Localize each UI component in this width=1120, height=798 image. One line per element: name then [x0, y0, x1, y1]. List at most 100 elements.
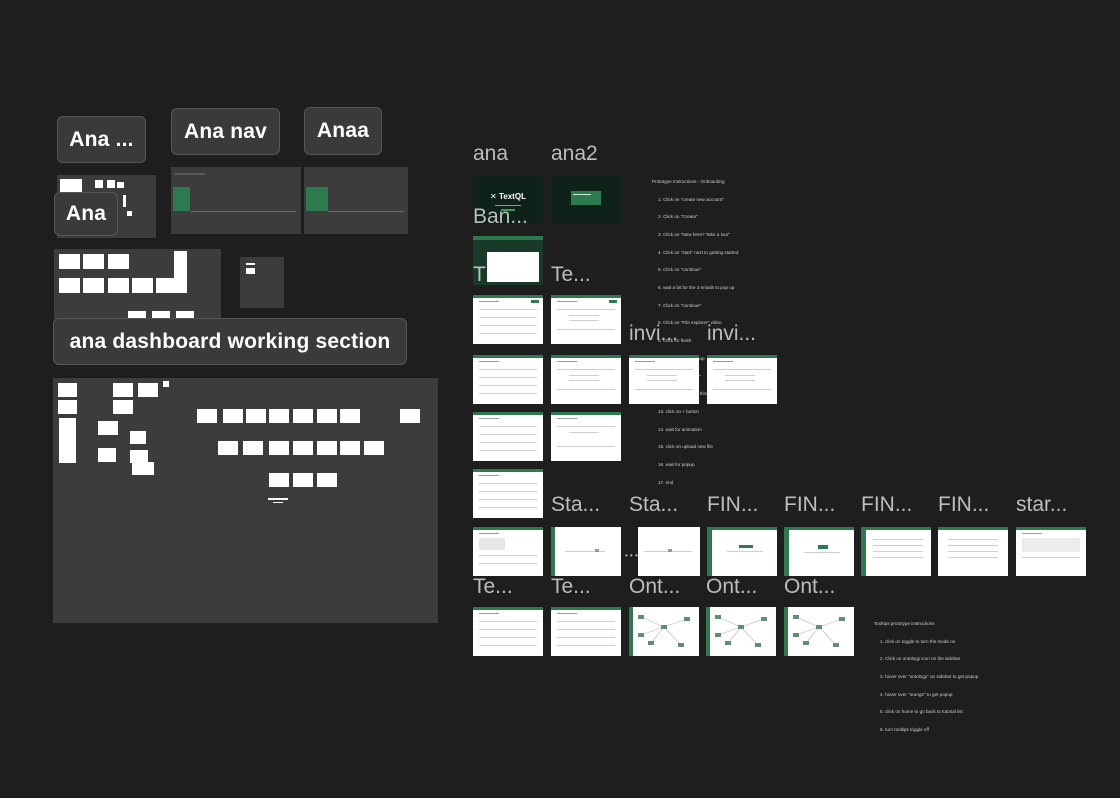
notes-step: 16. wait for popup	[658, 462, 695, 468]
mini-frame	[273, 502, 283, 503]
notes-step: 13. click on + button	[658, 408, 699, 414]
section-pill-anaa[interactable]: Anaa	[304, 107, 382, 155]
section-pill-dashboard[interactable]: ana dashboard working section	[53, 318, 407, 365]
mini-frame	[175, 173, 205, 175]
frame-star[interactable]	[1016, 527, 1086, 576]
frame-fin4[interactable]	[938, 527, 1008, 576]
nav-highlight	[306, 187, 328, 211]
mini-frame	[108, 278, 129, 293]
banner-card	[487, 252, 539, 282]
mini-frame	[59, 254, 80, 269]
mini-frame	[83, 278, 104, 293]
frame-te1[interactable]	[551, 295, 621, 344]
mini-frame	[58, 400, 77, 414]
frame-label-sta2: Sta...	[629, 493, 679, 516]
notes-step: 1. Click on "create new account"	[658, 196, 724, 202]
mini-frame	[132, 278, 153, 293]
mini-frame	[269, 409, 289, 423]
frame-label-te3: Te...	[551, 575, 591, 598]
mini-frame	[246, 268, 255, 274]
frame-label-t: T	[473, 263, 486, 286]
notes-step: 4. hover over "orange" to get popup	[880, 691, 953, 697]
section-pill-ana[interactable]: Ana	[54, 192, 118, 236]
tooltips-instructions: Tooltips prototype instructions 1. click…	[874, 609, 978, 739]
notes-step: 5. Click on "continue"	[658, 267, 702, 273]
notes-step: 2. Click on ontology icon on the sidebar	[880, 656, 961, 662]
section-pill-ana-nav[interactable]: Ana nav	[171, 108, 280, 155]
frame-fin2[interactable]	[784, 527, 854, 576]
logo-icon: ✕	[490, 192, 497, 201]
mini-frame	[174, 251, 187, 293]
frame-row4-a[interactable]	[473, 355, 543, 404]
frame-label-invi1: invi...	[629, 322, 679, 345]
notes-step: 3. Click on "New here? Take a tour"	[658, 231, 731, 237]
mini-frame	[340, 409, 360, 423]
section-ana-nav	[171, 167, 301, 234]
notes-title: Prototype Instructions - Onboarding	[652, 178, 725, 184]
frame-ont2[interactable]	[706, 607, 776, 656]
notes-step: 6. turn tooltips toggle off	[880, 727, 929, 733]
mini-frame	[98, 448, 116, 462]
frame-row6[interactable]	[473, 469, 543, 518]
mini-frame	[59, 278, 80, 293]
frame-row7-a[interactable]	[473, 527, 543, 576]
mini-frame	[58, 383, 77, 397]
frame-sta1[interactable]	[551, 527, 621, 576]
notes-step: 2. Click on "Create"	[658, 214, 698, 220]
frame-invi2[interactable]	[707, 355, 777, 404]
frame-sta2[interactable]	[638, 527, 700, 576]
mini-frame	[138, 383, 158, 397]
mini-frame	[197, 409, 217, 423]
frame-label-star: star...	[1016, 493, 1068, 516]
frame-fin1[interactable]	[707, 527, 777, 576]
mini-frame	[123, 195, 126, 207]
mini-frame	[191, 211, 296, 212]
ontology-graph	[784, 607, 845, 656]
mini-frame	[83, 254, 104, 269]
mini-frame	[117, 182, 124, 188]
frame-label-fin4: FIN...	[938, 493, 990, 516]
mini-frame	[132, 462, 154, 475]
frame-ont3[interactable]	[784, 607, 854, 656]
section-grid	[54, 249, 221, 322]
frame-fin3[interactable]	[861, 527, 931, 576]
mini-frame	[107, 180, 115, 188]
frame-label-fin3: FIN...	[861, 493, 913, 516]
logo-text: TextQL	[498, 192, 526, 201]
frame-label-ont3: Ont...	[784, 575, 836, 598]
frame-row5-a[interactable]	[473, 412, 543, 461]
mini-frame	[113, 383, 133, 397]
mini-frame	[317, 409, 337, 423]
mini-frame	[113, 400, 133, 414]
mini-frame	[293, 409, 313, 423]
frame-label-fin1: FIN...	[707, 493, 759, 516]
notes-title: Tooltips prototype instructions	[874, 620, 935, 626]
mini-frame	[218, 441, 238, 455]
frame-row5-b[interactable]	[551, 412, 621, 461]
section-anaa	[304, 167, 408, 234]
notes-step: 5. click on home to go back to tutorial …	[880, 709, 963, 715]
textql-logo: ✕ TextQL	[473, 192, 543, 201]
frame-ont1[interactable]	[629, 607, 699, 656]
ontology-graph	[629, 607, 690, 656]
frame-label-ont2: Ont...	[706, 575, 758, 598]
mini-frame	[98, 421, 118, 435]
frame-te3[interactable]	[551, 607, 621, 656]
section-dashboard-working	[53, 378, 438, 623]
frame-t[interactable]	[473, 295, 543, 344]
mini-frame	[400, 409, 420, 423]
mini-frame	[59, 418, 76, 463]
frame-ana2[interactable]	[551, 175, 621, 224]
notes-step: 7. Click on "continue"	[658, 302, 702, 308]
notes-step: 4. Click on "start" next to getting star…	[658, 249, 739, 255]
section-pill-ana-short[interactable]: Ana ...	[57, 116, 146, 163]
frame-row4-b[interactable]	[551, 355, 621, 404]
frame-label-sta1: Sta...	[551, 493, 601, 516]
mini-frame	[246, 409, 266, 423]
frame-te2[interactable]	[473, 607, 543, 656]
frame-invi1[interactable]	[629, 355, 699, 404]
mini-frame	[246, 263, 255, 265]
frame-label-ana: ana	[473, 142, 509, 165]
mini-frame	[127, 211, 132, 216]
notes-step: 6. wait a bit for the 3 emails to pop up	[658, 285, 735, 291]
